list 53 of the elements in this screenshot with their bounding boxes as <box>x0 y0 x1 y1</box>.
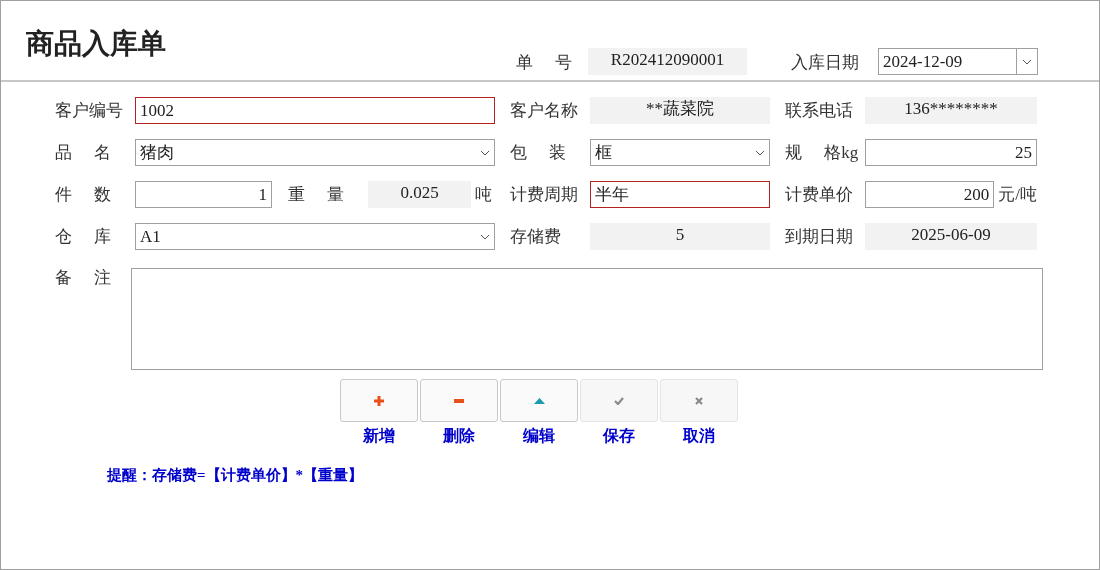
field-label: 重 量 <box>288 183 346 206</box>
button-label: 保存 <box>603 426 635 446</box>
field-label: 存储费 <box>510 225 562 248</box>
chevron-down-icon <box>480 233 490 240</box>
readonly-field: 2025-06-09 <box>865 223 1037 250</box>
unit-label: 吨 <box>475 183 492 206</box>
field-label: 客户编号 <box>55 99 124 122</box>
readonly-field: 5 <box>590 223 770 250</box>
dropdown-field[interactable]: 猪肉 <box>135 139 495 166</box>
checkmark-icon <box>614 396 624 405</box>
field-label: 计费单价 <box>785 183 854 206</box>
reminder-note: 提醒：存储费=【计费单价】*【重量】 <box>107 466 365 485</box>
readonly-field: **蔬菜院 <box>590 97 770 124</box>
button-label: 编辑 <box>523 426 555 446</box>
field-label: 仓 库 <box>55 225 113 248</box>
input-field[interactable]: 200 <box>865 181 995 208</box>
remarks-textarea[interactable] <box>131 268 1043 370</box>
button-label: 删除 <box>443 426 475 446</box>
field-label: 计费周期 <box>510 183 579 206</box>
toolbar-button[interactable] <box>420 379 498 422</box>
readonly-field: 0.025 <box>368 181 471 208</box>
minus-icon <box>454 398 464 403</box>
unit-label: 元/吨 <box>998 183 1037 206</box>
form-title: 商品入库单 <box>26 27 167 61</box>
toolbar-button[interactable] <box>340 379 418 422</box>
toolbar-button[interactable] <box>500 379 578 422</box>
readonly-field: 136******** <box>865 97 1037 124</box>
input-field[interactable]: 1002 <box>135 97 495 124</box>
field-label: 备 注 <box>55 267 113 289</box>
input-field[interactable]: 25 <box>865 139 1037 166</box>
dropdown-field[interactable]: A1 <box>135 223 495 250</box>
field-label: 联系电话 <box>785 99 854 122</box>
button-label: 取消 <box>683 426 715 446</box>
field-label: 包 装 <box>510 141 568 164</box>
field-label: 件 数 <box>55 183 113 206</box>
input-field[interactable]: 1 <box>135 181 272 208</box>
field-label: 单 号 <box>516 51 574 74</box>
input-field[interactable]: 半年 <box>590 181 770 208</box>
field-label: 入库日期 <box>791 51 860 74</box>
triangle-up-icon <box>533 397 545 404</box>
field-label: 客户名称 <box>510 99 579 122</box>
chevron-down-icon <box>755 149 765 156</box>
dropdown-field[interactable]: 框 <box>590 139 770 166</box>
date-field[interactable]: 2024-12-09 <box>878 48 1038 75</box>
readonly-field: R202412090001 <box>588 48 747 75</box>
button-label: 新增 <box>363 426 395 446</box>
field-label: 到期日期 <box>785 225 854 248</box>
field-label: 规 格kg <box>785 141 860 164</box>
chevron-down-icon <box>1022 58 1032 65</box>
chevron-down-icon <box>480 149 490 156</box>
field-label: 品 名 <box>55 141 113 164</box>
close-icon <box>695 396 703 405</box>
plus-icon <box>374 395 384 406</box>
